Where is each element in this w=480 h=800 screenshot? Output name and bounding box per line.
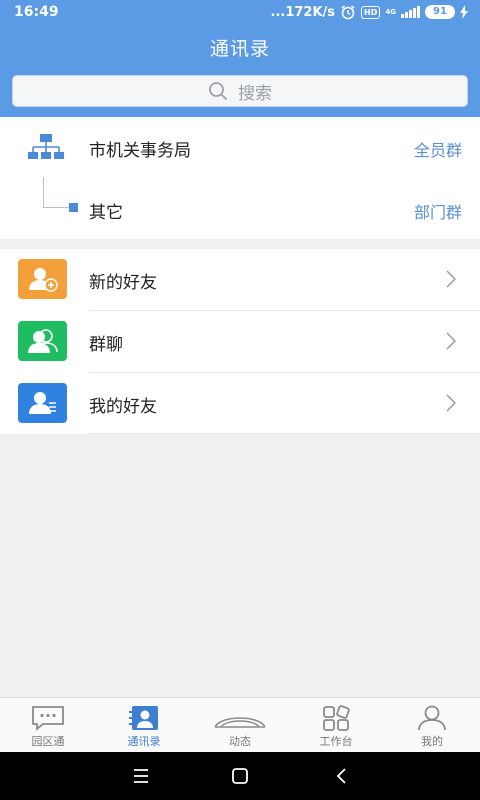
department-group-link[interactable]: 部门群 (414, 199, 462, 223)
contacts-menu: 新的好友 群聊 我的好友 (0, 249, 480, 434)
search-placeholder: 搜索 (238, 83, 272, 104)
search-icon (209, 82, 228, 101)
page-title: 通讯录 (209, 38, 270, 60)
tab-label: 园区通 (31, 735, 65, 748)
tab-feed[interactable]: 动态 (192, 698, 288, 753)
add-friend-icon (18, 259, 67, 299)
status-bar: 16:49 ...172K/s HD 4G 91 (0, 0, 480, 26)
org-child-row[interactable]: 其它 部门群 (0, 179, 480, 239)
divider (89, 433, 480, 434)
battery-level: 91 (425, 5, 455, 19)
network-speed: ...172K/s (270, 4, 336, 20)
tab-label: 动态 (229, 735, 251, 748)
list-item-label: 群聊 (89, 335, 123, 355)
chevron-right-icon (446, 394, 456, 412)
chat-bubble-icon (0, 705, 96, 731)
back-icon[interactable] (335, 766, 347, 786)
chevron-right-icon (446, 332, 456, 350)
profile-icon (384, 705, 480, 731)
status-indicators: ...172K/s HD 4G 91 (271, 4, 468, 20)
list-item-my-friends[interactable]: 我的好友 (0, 373, 480, 434)
search-bar[interactable]: 搜索 (12, 75, 468, 107)
contacts-icon (96, 705, 192, 731)
org-chart-icon (28, 134, 64, 159)
alarm-icon (341, 5, 355, 20)
network-type: 4G (385, 7, 396, 16)
list-item-new-friends[interactable]: 新的好友 (0, 249, 480, 310)
apps-grid-icon (288, 705, 384, 731)
charging-icon (460, 5, 468, 19)
bottom-tab-bar: 园区通 通讯录 动态 工作台 我的 (0, 697, 480, 752)
all-members-group-link[interactable]: 全员群 (414, 137, 462, 161)
home-icon[interactable] (231, 766, 249, 786)
friends-icon (18, 383, 67, 423)
tab-label: 工作台 (319, 735, 353, 748)
org-root-row[interactable]: 市机关事务局 全员群 (0, 117, 480, 177)
status-time: 16:49 (14, 4, 59, 20)
list-item-group-chat[interactable]: 群聊 (0, 311, 480, 372)
tab-label: 我的 (421, 735, 443, 748)
org-tree: 市机关事务局 全员群 其它 部门群 (0, 117, 480, 239)
feed-icon (192, 705, 288, 731)
app-header: 16:49 ...172K/s HD 4G 91 通讯录 搜索 (0, 0, 480, 117)
signal-icon (401, 6, 420, 18)
org-child-name: 其它 (89, 203, 123, 223)
tab-label: 通讯录 (127, 735, 161, 748)
menu-icon[interactable] (133, 766, 149, 786)
chevron-right-icon (446, 270, 456, 288)
hd-badge: HD (361, 5, 381, 19)
tab-contacts[interactable]: 通讯录 (96, 698, 192, 753)
tab-mine[interactable]: 我的 (384, 698, 480, 753)
tab-workbench[interactable]: 工作台 (288, 698, 384, 753)
org-root-name: 市机关事务局 (89, 141, 191, 161)
group-chat-icon (18, 321, 67, 361)
system-nav-bar (0, 752, 480, 800)
list-item-label: 新的好友 (89, 273, 157, 293)
list-item-label: 我的好友 (89, 397, 157, 417)
tab-park[interactable]: 园区通 (0, 698, 96, 753)
